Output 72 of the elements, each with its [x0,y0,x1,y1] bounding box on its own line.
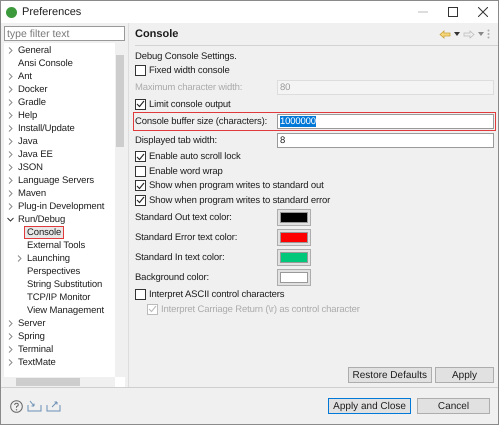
tree-item[interactable]: Ant [15,70,35,83]
vertical-scrollbar[interactable] [115,43,125,377]
tree-item[interactable]: Run/Debug [15,213,68,226]
tree-item[interactable]: External Tools [24,239,88,252]
field-label: Standard In text color: [135,252,226,263]
checkbox[interactable] [135,194,146,206]
checkbox-label: Fixed width console [149,65,230,76]
tree-item[interactable]: TCP/IP Monitor [24,291,94,304]
maximize-icon[interactable] [448,7,458,17]
dialog-button[interactable]: Cancel [417,398,490,414]
tree-item[interactable]: Console [24,226,64,239]
app-logo-icon [6,6,17,18]
checkbox-label: Show when program writes to standard error [149,194,330,206]
input-field[interactable]: 8 [277,132,494,148]
tree-item[interactable]: JSON [15,161,46,174]
field-label: Standard Error text color: [135,232,238,243]
export-icon[interactable] [46,400,61,412]
more-menu-icon[interactable] [487,29,490,39]
checkbox[interactable] [135,98,146,110]
tree-item[interactable]: Java [15,135,41,148]
tree-item[interactable]: Help [15,109,40,122]
checkbox-label: Interpret Carriage Return (\r) as control character [161,304,360,315]
tree-item[interactable]: Terminal [15,343,56,356]
checkbox-label: Enable auto scroll lock [149,151,241,162]
checkbox-label: Interpret ASCII control characters [149,289,284,300]
tree-item[interactable]: Spring [15,330,48,343]
tree-item[interactable]: Gradle [15,96,49,109]
color-picker-button[interactable] [277,269,311,286]
input-field[interactable]: 1000000 [277,114,494,128]
section-label: Debug Console Settings. [135,50,237,62]
page-button[interactable]: Restore Defaults [348,367,432,383]
tree-item[interactable]: Ansi Console [15,57,76,70]
field-label: Standard Out text color: [135,212,233,223]
dropdown-icon[interactable] [454,32,460,36]
page-button[interactable]: Apply [435,367,494,383]
tree-item[interactable]: Docker [15,83,50,96]
field-label: Background color: [135,272,210,283]
tree-item[interactable]: String Substitution [24,278,106,291]
tree-item[interactable]: View Management [24,304,108,317]
tree-item[interactable]: TextMate [15,356,59,369]
close-icon[interactable] [478,7,488,17]
tree-item[interactable]: Language Servers [15,174,98,187]
color-picker-button[interactable] [277,249,311,266]
tree-item[interactable]: Perspectives [24,265,84,278]
tree-item[interactable]: Java EE [15,148,56,161]
import-icon[interactable] [27,400,42,412]
field-label: Displayed tab width: [135,134,218,146]
checkbox[interactable] [135,65,146,76]
tree-item[interactable]: General [15,44,54,57]
minimize-icon[interactable] [418,11,428,13]
dialog-button[interactable]: Apply and Close [328,398,411,414]
tree-item[interactable]: Launching [24,252,73,265]
checkbox[interactable] [135,166,146,177]
tree-item[interactable]: Plug-in Development [15,200,108,213]
window-title: Preferences [22,6,82,18]
color-picker-button[interactable] [277,209,311,226]
checkbox[interactable] [135,151,146,162]
checkbox-label: Show when program writes to standard out [149,180,324,192]
color-picker-button[interactable] [277,229,311,246]
checkbox[interactable] [135,180,146,192]
checkbox-label: Enable word wrap [149,166,223,177]
tree-item[interactable]: Install/Update [15,122,78,135]
help-icon[interactable] [10,400,23,412]
checkbox-label: Limit console output [149,98,230,110]
tree-item[interactable]: Server [15,317,48,330]
tree-item[interactable]: Maven [15,187,50,200]
filter-field[interactable]: type filter text [4,26,125,41]
page-title: Console [135,28,178,40]
horizontal-scrollbar[interactable] [4,377,115,387]
checkbox[interactable] [135,289,146,300]
field-label: Console buffer size (characters): [135,116,268,126]
field-label: Maximum character width: [135,82,244,93]
